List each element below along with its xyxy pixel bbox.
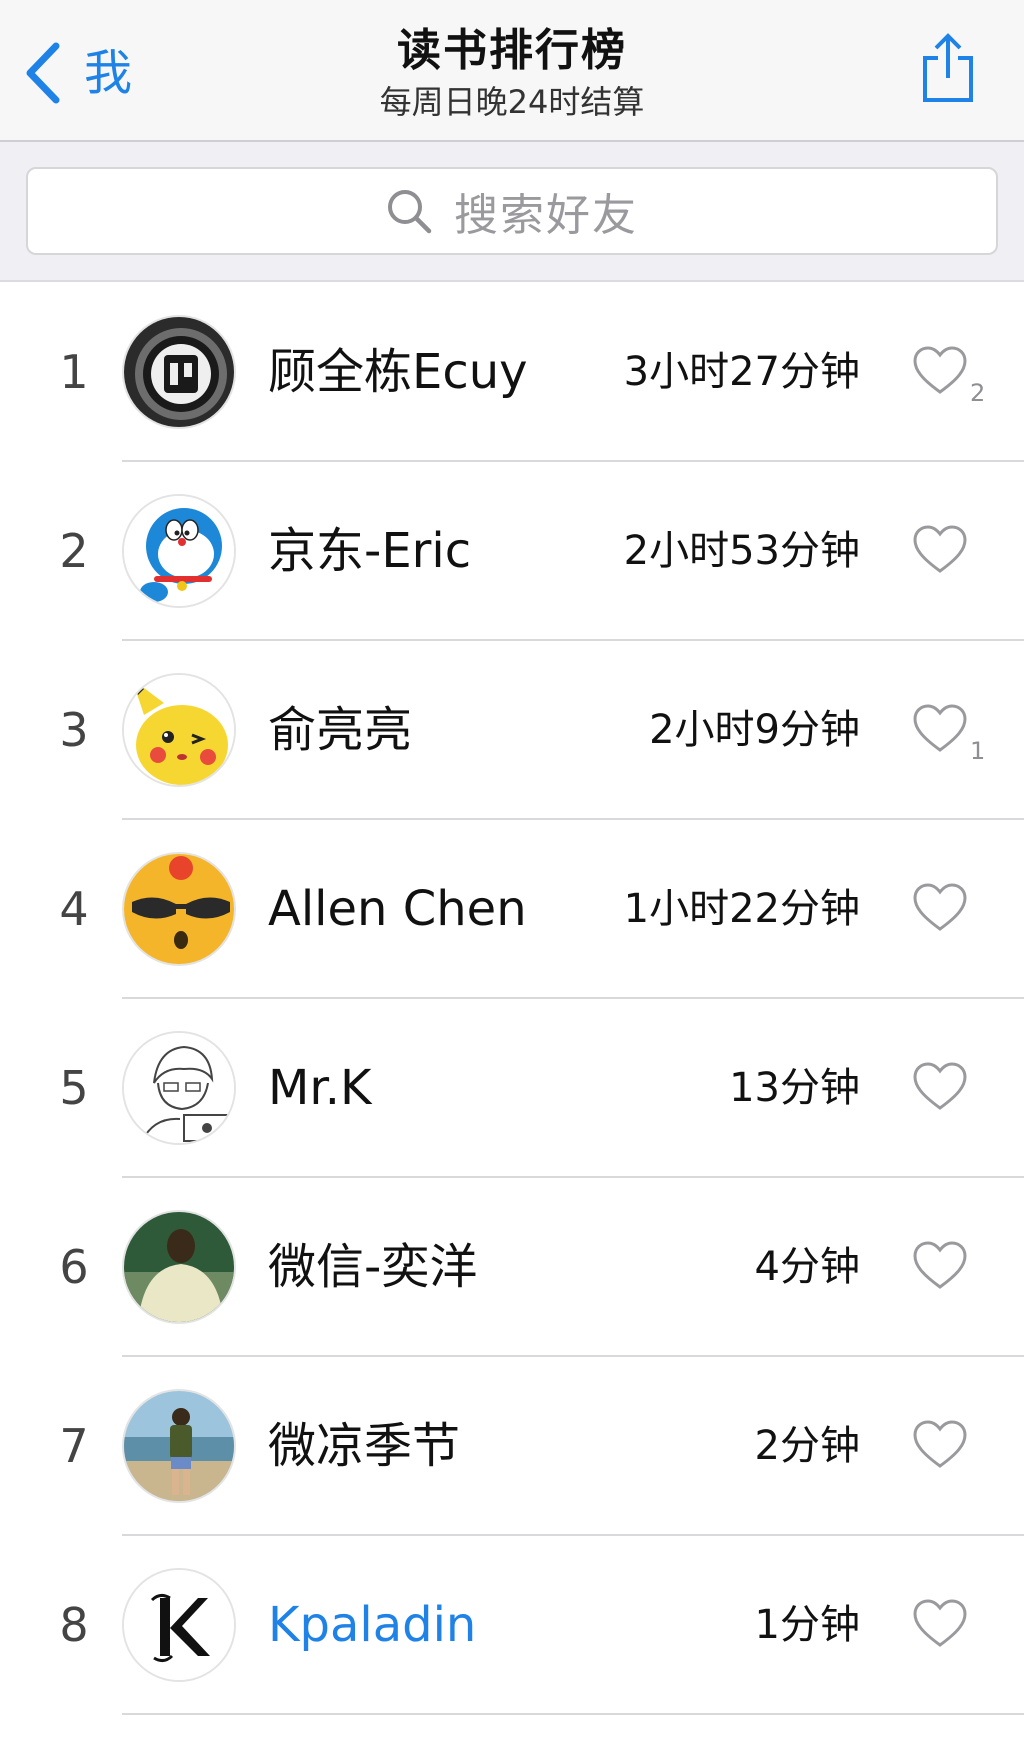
heart-icon (913, 1062, 967, 1110)
reading-duration: 13分钟 (729, 1065, 860, 1111)
like-button[interactable] (912, 1598, 968, 1650)
heart-icon (913, 883, 967, 931)
user-name: 京东-Eric (268, 523, 472, 579)
letter-k-avatar-icon (124, 1570, 234, 1680)
ranking-row[interactable]: 6 微信-奕洋 4分钟 (0, 1178, 1024, 1357)
rank-number: 5 (59, 1061, 89, 1115)
page-title: 读书排行榜 (397, 25, 627, 76)
like-button[interactable] (912, 1240, 968, 1292)
rank-number: 8 (59, 1598, 89, 1652)
avatar (122, 673, 236, 787)
ranking-row[interactable]: 3 俞亮亮 2小时9分钟 1 (0, 641, 1024, 820)
search-bar-container: 搜索好友 (0, 142, 1024, 282)
avatar (122, 1389, 236, 1503)
user-name: 微信-奕洋 (268, 1239, 478, 1295)
rank-number: 6 (59, 1240, 89, 1294)
ranking-row[interactable]: 1 顾全栋Ecuy 3小时27分钟 2 (0, 283, 1024, 462)
heart-icon (913, 1420, 967, 1468)
user-name: Mr.K (268, 1060, 372, 1116)
user-name: 微凉季节 (268, 1418, 461, 1474)
pikachu-avatar-icon (124, 675, 234, 785)
navigation-bar: 我 读书排行榜 每周日晚24时结算 (0, 0, 1024, 142)
heart-icon (913, 1599, 967, 1647)
reading-duration: 4分钟 (754, 1244, 860, 1290)
avatar (122, 1568, 236, 1682)
heart-icon (913, 1241, 967, 1289)
user-name: Allen Chen (268, 881, 527, 937)
like-button[interactable] (912, 703, 968, 755)
person-back-avatar-icon (124, 1212, 234, 1322)
like-button[interactable] (912, 345, 968, 397)
share-icon (923, 33, 973, 102)
rank-number: 7 (59, 1419, 89, 1473)
reading-duration: 2小时53分钟 (623, 528, 860, 574)
like-button[interactable] (912, 524, 968, 576)
ranking-row[interactable]: 8 Kpaladin 1分钟 (0, 1536, 1024, 1715)
search-input[interactable]: 搜索好友 (26, 167, 998, 255)
avatar (122, 1031, 236, 1145)
rank-number: 4 (59, 882, 89, 936)
reading-duration: 2小时9分钟 (649, 707, 860, 753)
ranking-list: 1 顾全栋Ecuy 3小时27分钟 2 2 京东-Eric 2小时53分钟 3 … (0, 283, 1024, 1715)
user-name: 俞亮亮 (268, 702, 413, 758)
user-name: 顾全栋Ecuy (268, 344, 528, 400)
beach-photo-avatar-icon (124, 1391, 234, 1501)
page-subtitle: 每周日晚24时结算 (379, 83, 645, 121)
title-block: 读书排行榜 每周日晚24时结算 (0, 22, 1024, 122)
avatar (122, 1210, 236, 1324)
heart-icon (913, 346, 967, 394)
reading-duration: 1小时22分钟 (623, 886, 860, 932)
reading-duration: 2分钟 (754, 1423, 860, 1469)
dark-emblem-avatar-icon (124, 317, 234, 427)
like-button[interactable] (912, 882, 968, 934)
avatar (122, 494, 236, 608)
like-button[interactable] (912, 1061, 968, 1113)
search-placeholder: 搜索好友 (454, 190, 638, 241)
like-count: 1 (970, 737, 986, 765)
ranking-row[interactable]: 2 京东-Eric 2小时53分钟 (0, 462, 1024, 641)
avatar (122, 852, 236, 966)
sunglasses-face-avatar-icon (124, 854, 234, 964)
sketch-character-avatar-icon (124, 1033, 234, 1143)
row-divider (122, 1713, 1024, 1715)
rank-number: 1 (59, 345, 89, 399)
reading-duration: 1分钟 (754, 1602, 860, 1648)
user-name-link[interactable]: Kpaladin (268, 1536, 476, 1715)
like-button[interactable] (912, 1419, 968, 1471)
ranking-row[interactable]: 4 Allen Chen 1小时22分钟 (0, 820, 1024, 999)
rank-number: 2 (59, 524, 89, 578)
avatar (122, 315, 236, 429)
reading-duration: 3小时27分钟 (623, 349, 860, 395)
doraemon-avatar-icon (124, 496, 234, 606)
heart-icon (913, 704, 967, 752)
heart-icon (913, 525, 967, 573)
like-count: 2 (970, 379, 986, 407)
ranking-row[interactable]: 5 Mr.K 13分钟 (0, 999, 1024, 1178)
search-icon (388, 190, 432, 234)
share-button[interactable] (922, 32, 974, 104)
ranking-row[interactable]: 7 微凉季节 2分钟 (0, 1357, 1024, 1536)
rank-number: 3 (59, 703, 89, 757)
